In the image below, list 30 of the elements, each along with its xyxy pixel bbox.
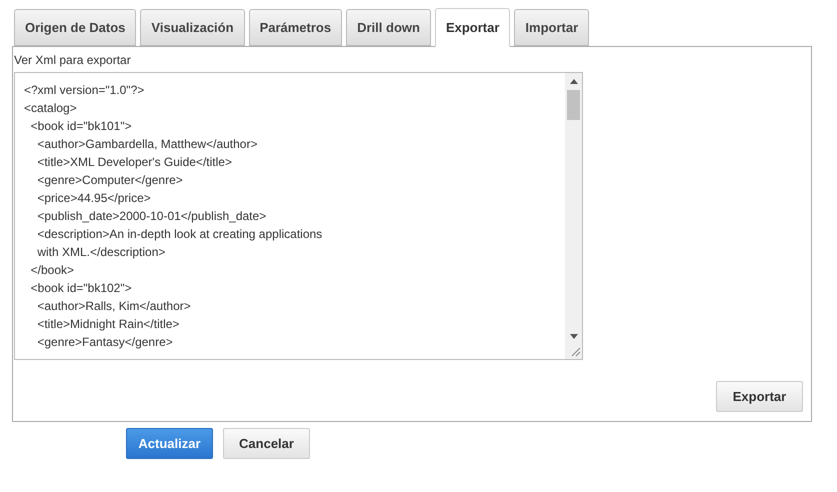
tab[interactable]: Drill down <box>346 9 431 46</box>
code-line: <?xml version="1.0"?> <box>24 82 144 99</box>
code-line: <genre>Fantasy</genre> <box>36 334 173 351</box>
scroll-thumb[interactable] <box>567 90 580 120</box>
scroll-down-icon[interactable] <box>570 334 578 339</box>
code-line: <catalog> <box>24 100 77 117</box>
tab[interactable]: Visualización <box>140 9 245 46</box>
code-line: <price>44.95</price> <box>36 190 151 207</box>
code-line: <author>Ralls, Kim</author> <box>36 298 191 315</box>
code-line: <title>Midnight Rain</title> <box>36 316 180 333</box>
tab[interactable]: Origen de Datos <box>14 9 136 46</box>
tab[interactable]: Importar <box>514 9 590 46</box>
code-line: <title>XML Developer's Guide</title> <box>36 154 232 171</box>
code-line: <description>An in-depth look at creating applications <box>36 226 322 243</box>
field-label: Ver Xml para exportar <box>14 53 131 67</box>
code-line: </book> <box>30 262 74 279</box>
code-line: <publish_date>2000-10-01</publish_date> <box>36 208 266 225</box>
scrollbar[interactable] <box>565 73 582 359</box>
tab[interactable]: Parámetros <box>248 9 342 46</box>
code-line: with XML.</description> <box>36 244 166 261</box>
export-button[interactable]: Exportar <box>716 381 803 412</box>
scroll-up-icon[interactable] <box>570 79 578 84</box>
code-line: <book id="bk102"> <box>30 280 132 297</box>
tab[interactable]: Exportar <box>434 8 510 47</box>
update-button[interactable]: Actualizar <box>126 428 213 459</box>
xml-text-area[interactable] <box>14 72 583 360</box>
cancel-button[interactable]: Cancelar <box>223 428 310 459</box>
code-line: <author>Gambardella, Matthew</author> <box>36 136 258 153</box>
code-line: <book id="bk101"> <box>30 118 132 135</box>
code-line: <genre>Computer</genre> <box>36 172 183 189</box>
